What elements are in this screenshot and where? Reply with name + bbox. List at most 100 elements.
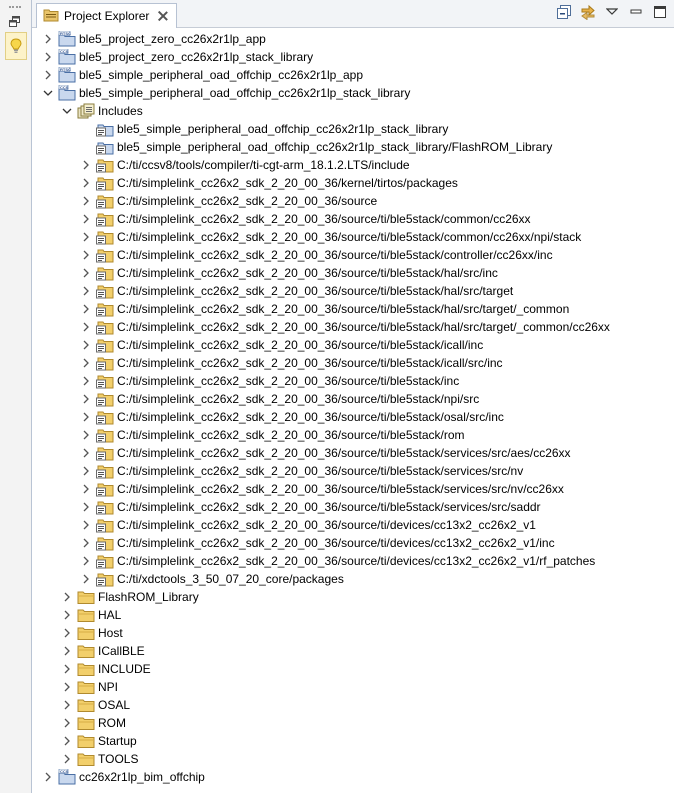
expand-toggle-icon[interactable]: [80, 480, 92, 498]
expand-toggle-icon[interactable]: [80, 372, 92, 390]
tree-item[interactable]: C:/ti/simplelink_cc26x2_sdk_2_20_00_36/s…: [80, 444, 571, 462]
expand-toggle-icon[interactable]: [80, 498, 92, 516]
expand-toggle-icon[interactable]: [80, 444, 92, 462]
expand-toggle-icon[interactable]: [61, 678, 73, 696]
tree-item[interactable]: C:/ti/simplelink_cc26x2_sdk_2_20_00_36/s…: [80, 336, 483, 354]
expand-toggle-icon[interactable]: [80, 282, 92, 300]
folder-icon: [77, 625, 95, 641]
tree-item[interactable]: CCS ble5_simple_peripheral_oad_offchip_cc…: [42, 84, 410, 102]
tree-item[interactable]: Startup: [61, 732, 137, 750]
tree-item[interactable]: HAL: [61, 606, 121, 624]
expand-toggle-icon[interactable]: [80, 516, 92, 534]
expand-toggle-icon[interactable]: [42, 768, 54, 786]
tree-item[interactable]: C:/ti/simplelink_cc26x2_sdk_2_20_00_36/k…: [80, 174, 458, 192]
tree-item[interactable]: INCLUDE: [61, 660, 151, 678]
tree-item[interactable]: ICallBLE: [61, 642, 145, 660]
tree-item[interactable]: C:/ti/simplelink_cc26x2_sdk_2_20_00_36/s…: [80, 246, 553, 264]
expand-toggle-icon[interactable]: [80, 246, 92, 264]
tree-item[interactable]: C:/ti/simplelink_cc26x2_sdk_2_20_00_36/s…: [80, 210, 531, 228]
expand-toggle-icon[interactable]: [61, 588, 73, 606]
expand-toggle-icon[interactable]: [80, 318, 92, 336]
tree-item[interactable]: C:/ti/simplelink_cc26x2_sdk_2_20_00_36/s…: [80, 282, 513, 300]
expand-toggle-icon[interactable]: [42, 30, 54, 48]
tree-item[interactable]: C:/ti/simplelink_cc26x2_sdk_2_20_00_36/s…: [80, 462, 523, 480]
expand-toggle-icon[interactable]: [80, 354, 92, 372]
expand-toggle-icon[interactable]: [80, 426, 92, 444]
expand-toggle-icon[interactable]: [80, 174, 92, 192]
expand-toggle-icon[interactable]: [80, 156, 92, 174]
tree-item-label: C:/ti/simplelink_cc26x2_sdk_2_20_00_36/s…: [117, 446, 571, 460]
tree-item[interactable]: NPI: [61, 678, 118, 696]
tree-item[interactable]: C:/ti/simplelink_cc26x2_sdk_2_20_00_36/s…: [80, 498, 541, 516]
expand-toggle-icon[interactable]: [61, 750, 73, 768]
tree-item[interactable]: CCS ble5_project_zero_cc26x2r1lp_stack_li…: [42, 48, 313, 66]
expand-toggle-icon[interactable]: [42, 48, 54, 66]
view-menu-icon[interactable]: [604, 4, 620, 20]
tree-item[interactable]: Includes: [61, 102, 143, 120]
tree-item[interactable]: ble5_simple_peripheral_oad_offchip_cc26x…: [80, 138, 552, 156]
tree-item[interactable]: C:/ti/simplelink_cc26x2_sdk_2_20_00_36/s…: [80, 300, 569, 318]
close-icon[interactable]: [158, 11, 168, 21]
expand-toggle-icon[interactable]: [42, 66, 54, 84]
expand-toggle-icon[interactable]: [61, 624, 73, 642]
expand-toggle-icon[interactable]: [80, 264, 92, 282]
expand-toggle-icon[interactable]: [61, 696, 73, 714]
tree-item[interactable]: ROM: [61, 714, 126, 732]
tree-item[interactable]: FlashROM_Library: [61, 588, 199, 606]
expand-toggle-icon[interactable]: [80, 210, 92, 228]
tree-item[interactable]: TOOLS: [61, 750, 138, 768]
project-rtsc-icon: RTSC: [58, 31, 76, 47]
expand-toggle-icon[interactable]: [61, 660, 73, 678]
tree-item[interactable]: Host: [61, 624, 123, 642]
expand-toggle-icon[interactable]: [61, 714, 73, 732]
expand-toggle-icon[interactable]: [80, 390, 92, 408]
tree-item[interactable]: C:/ti/simplelink_cc26x2_sdk_2_20_00_36/s…: [80, 552, 595, 570]
tree-item[interactable]: C:/ti/simplelink_cc26x2_sdk_2_20_00_36/s…: [80, 318, 610, 336]
tree-item[interactable]: OSAL: [61, 696, 130, 714]
tree-item[interactable]: C:/ti/simplelink_cc26x2_sdk_2_20_00_36/s…: [80, 264, 498, 282]
maximize-icon[interactable]: [652, 4, 668, 20]
restore-icon[interactable]: [5, 12, 25, 32]
collapse-all-icon[interactable]: [556, 4, 572, 20]
tree-item[interactable]: C:/ti/simplelink_cc26x2_sdk_2_20_00_36/s…: [80, 480, 564, 498]
tree-item-label: cc26x2r1lp_bim_offchip: [79, 770, 205, 784]
tree-item[interactable]: C:/ti/simplelink_cc26x2_sdk_2_20_00_36/s…: [80, 192, 377, 210]
tree-item[interactable]: RTSC ble5_simple_peripheral_oad_offchip_c…: [42, 66, 363, 84]
tree-item[interactable]: C:/ti/simplelink_cc26x2_sdk_2_20_00_36/s…: [80, 534, 555, 552]
tree-item[interactable]: CCS cc26x2r1lp_bim_offchip: [42, 768, 205, 786]
tree-item[interactable]: ble5_simple_peripheral_oad_offchip_cc26x…: [80, 120, 448, 138]
tree-item[interactable]: C:/ti/ccsv8/tools/compiler/ti-cgt-arm_18…: [80, 156, 410, 174]
drag-grip[interactable]: [9, 6, 21, 11]
expand-toggle-icon[interactable]: [80, 228, 92, 246]
expand-toggle-icon[interactable]: [80, 408, 92, 426]
link-with-editor-icon[interactable]: [580, 4, 596, 20]
collapse-toggle-icon[interactable]: [61, 102, 73, 120]
tree-item[interactable]: C:/ti/simplelink_cc26x2_sdk_2_20_00_36/s…: [80, 390, 479, 408]
expand-toggle-icon[interactable]: [80, 552, 92, 570]
tree-item[interactable]: C:/ti/xdctools_3_50_07_20_core/packages: [80, 570, 344, 588]
tree-item[interactable]: C:/ti/simplelink_cc26x2_sdk_2_20_00_36/s…: [80, 426, 465, 444]
expand-toggle-icon[interactable]: [80, 534, 92, 552]
minimize-icon[interactable]: [628, 4, 644, 20]
tree-item[interactable]: RTSC ble5_project_zero_cc26x2r1lp_app: [42, 30, 266, 48]
expand-toggle-icon[interactable]: [80, 300, 92, 318]
tree-item[interactable]: C:/ti/simplelink_cc26x2_sdk_2_20_00_36/s…: [80, 516, 536, 534]
expand-toggle-icon[interactable]: [80, 462, 92, 480]
tree-item[interactable]: C:/ti/simplelink_cc26x2_sdk_2_20_00_36/s…: [80, 228, 581, 246]
expand-toggle-icon[interactable]: [61, 642, 73, 660]
expand-toggle-icon[interactable]: [61, 606, 73, 624]
tree-item-label: ble5_simple_peripheral_oad_offchip_cc26x…: [117, 140, 553, 154]
tree-item[interactable]: C:/ti/simplelink_cc26x2_sdk_2_20_00_36/s…: [80, 354, 503, 372]
lightbulb-icon[interactable]: [5, 32, 27, 60]
expand-toggle-icon[interactable]: [80, 336, 92, 354]
tree-item-label: Startup: [98, 734, 137, 748]
expand-toggle-icon[interactable]: [80, 570, 92, 588]
tree-item[interactable]: C:/ti/simplelink_cc26x2_sdk_2_20_00_36/s…: [80, 372, 459, 390]
include-folder-icon: [96, 463, 114, 479]
expand-toggle-icon[interactable]: [61, 732, 73, 750]
include-folder-icon: [96, 157, 114, 173]
tree-item[interactable]: C:/ti/simplelink_cc26x2_sdk_2_20_00_36/s…: [80, 408, 504, 426]
expand-toggle-icon[interactable]: [80, 192, 92, 210]
tab-project-explorer[interactable]: Project Explorer: [36, 3, 178, 28]
collapse-toggle-icon[interactable]: [42, 84, 54, 102]
